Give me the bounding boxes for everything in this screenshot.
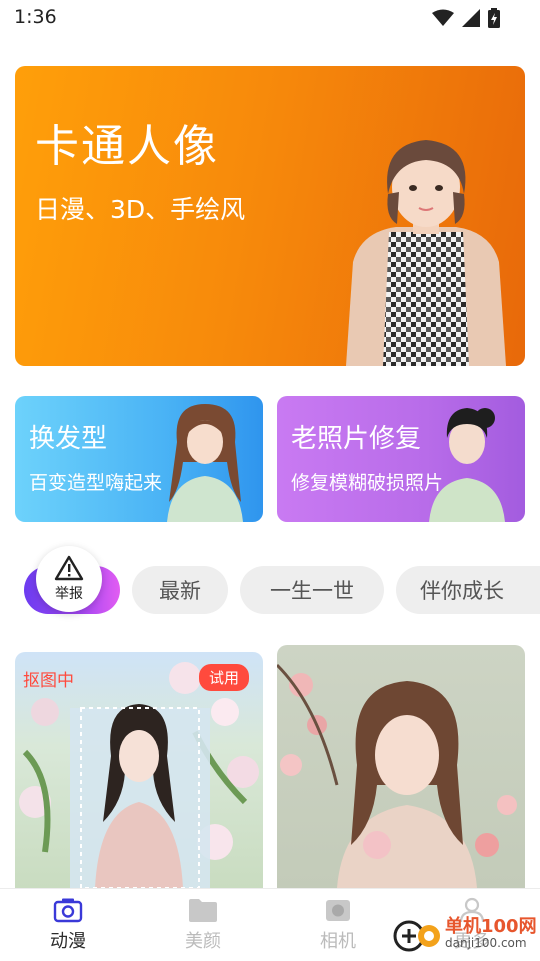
status-bar: 1:36 (0, 0, 540, 36)
nav-item-beauty[interactable]: 美颜 (153, 889, 253, 961)
portrait-figure (346, 140, 506, 366)
status-time: 1:36 (14, 6, 57, 28)
status-icons (432, 8, 500, 28)
wifi-icon (432, 9, 454, 26)
cutout-status-label: 抠图中 (23, 671, 74, 691)
nav-label-anime: 动漫 (50, 931, 86, 952)
gallery-item-portrait[interactable] (277, 645, 525, 888)
cartoon-portrait-banner[interactable]: 卡通人像 日漫、3D、手绘风 (15, 66, 525, 366)
nav-item-anime[interactable]: 动漫 (18, 889, 118, 961)
photo-repair-title: 老照片修复 (291, 424, 422, 454)
hairstyle-title: 换发型 (29, 424, 108, 454)
battery-icon (488, 8, 500, 28)
warning-icon (54, 555, 84, 581)
camera-shutter-icon (326, 900, 350, 921)
trial-badge: 试用 (198, 664, 249, 691)
chip-lifetime[interactable]: 一生一世 (240, 566, 384, 614)
nav-label-camera: 相机 (320, 931, 356, 952)
report-button[interactable]: 举报 (36, 546, 102, 612)
watermark-url: danji100.com (445, 936, 527, 950)
watermark-text: 单机100网 (445, 916, 537, 937)
change-hairstyle-card[interactable]: 换发型 百变造型嗨起来 (15, 396, 263, 522)
portrait-poster-image (277, 663, 517, 888)
report-label: 举报 (55, 586, 83, 602)
hairstyle-subtitle: 百变造型嗨起来 (29, 472, 163, 494)
banner-title: 卡通人像 (35, 121, 219, 172)
chip-latest[interactable]: 最新 (132, 566, 228, 614)
nav-item-camera[interactable]: 相机 (288, 889, 388, 961)
nav-label-beauty: 美颜 (185, 931, 221, 952)
gallery-item-cutout[interactable]: 抠图中 试用 (15, 652, 263, 888)
photo-repair-subtitle: 修复模糊破损照片 (291, 472, 444, 494)
camera-icon (53, 898, 83, 923)
folder-icon (189, 899, 217, 922)
photo-repair-model-figure (429, 408, 505, 522)
banner-subtitle: 日漫、3D、手绘风 (35, 195, 246, 224)
old-photo-repair-card[interactable]: 老照片修复 修复模糊破损照片 (277, 396, 525, 522)
signal-icon (462, 9, 480, 27)
chip-growing-with-you[interactable]: 伴你成长 (396, 566, 540, 614)
watermark-icon (393, 920, 440, 952)
hairstyle-model-figure (167, 404, 243, 522)
watermark-logo: 单机100网 danji100.com (393, 912, 540, 958)
